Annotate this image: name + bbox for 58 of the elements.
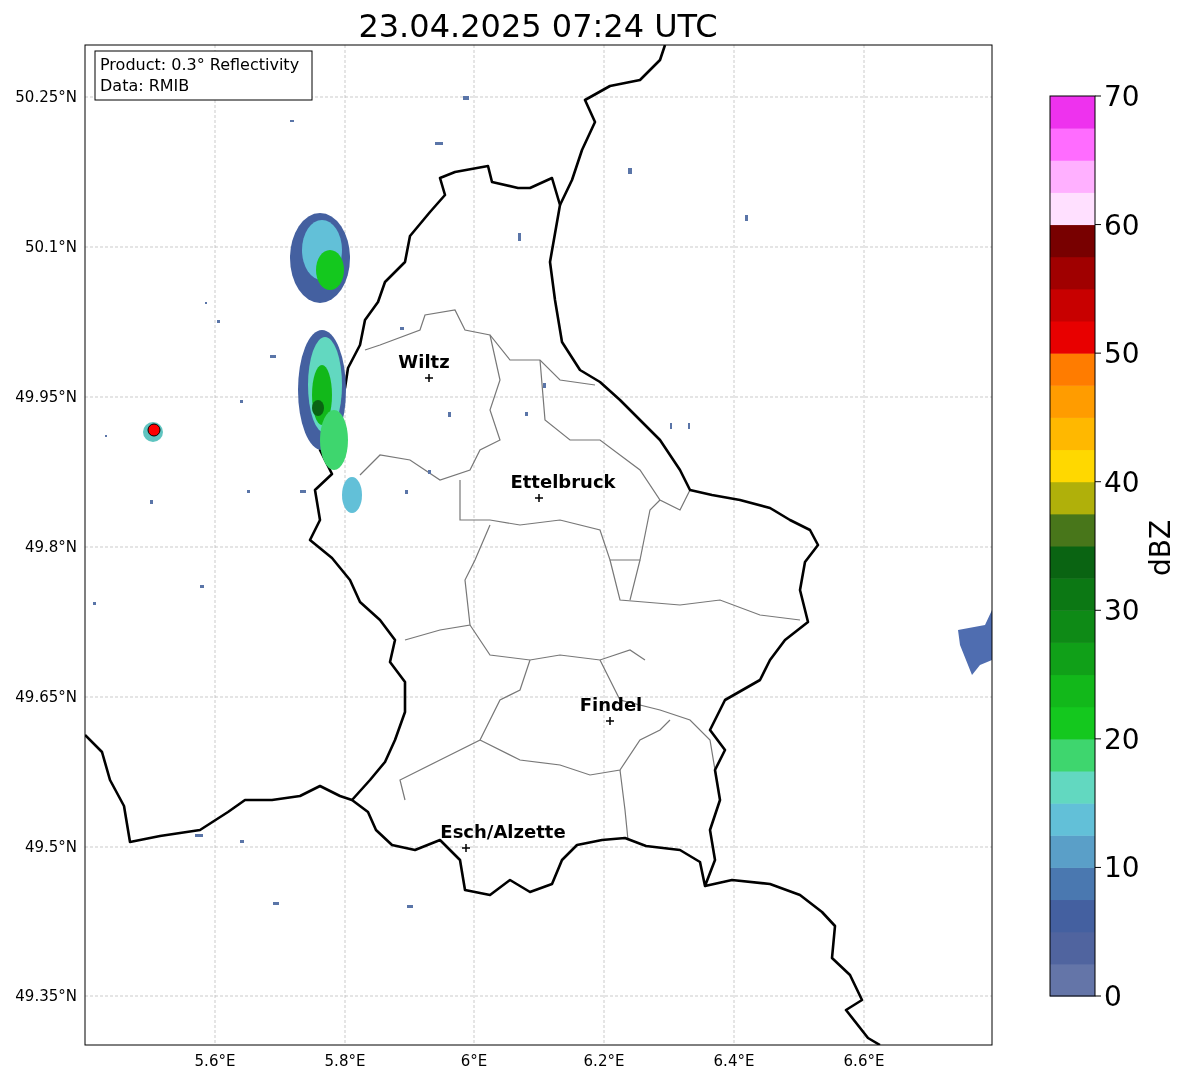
radar-speck bbox=[240, 840, 244, 843]
longitude-label: 6.2°E bbox=[583, 1052, 625, 1070]
info-text: Product: 0.3° Reflectivity bbox=[100, 55, 300, 74]
radar-speck bbox=[628, 168, 632, 174]
radar-speck bbox=[525, 412, 528, 416]
radar-speck bbox=[240, 400, 243, 403]
radar-speck bbox=[407, 905, 413, 908]
longitude-label: 6°E bbox=[460, 1052, 488, 1070]
latitude-label: 49.8°N bbox=[24, 538, 77, 556]
city-label: Wiltz bbox=[398, 351, 450, 372]
city-marker-icon bbox=[424, 373, 434, 383]
radar-speck bbox=[247, 490, 250, 493]
city-label: Findel bbox=[579, 694, 643, 715]
radar-speck bbox=[745, 215, 748, 221]
radar-speck bbox=[400, 327, 404, 330]
radar-speck bbox=[200, 585, 204, 588]
radar-speck bbox=[93, 602, 96, 605]
radar-speck bbox=[428, 470, 431, 474]
chart-title: 23.04.2025 07:24 UTC bbox=[358, 7, 718, 45]
longitude-label: 5.8°E bbox=[324, 1052, 366, 1070]
colorbar-tick-label: 60 bbox=[1104, 208, 1140, 242]
latitude-label: 50.25°N bbox=[15, 88, 77, 106]
radar-speck bbox=[435, 142, 443, 145]
colorbar-label: dBZ bbox=[1144, 519, 1177, 577]
colorbar-tick-label: 0 bbox=[1104, 980, 1122, 1013]
latitude-label: 49.65°N bbox=[15, 688, 77, 706]
radar-site-marker bbox=[143, 422, 163, 442]
radar-echo-drawing bbox=[958, 610, 992, 675]
longitude-label: 5.6°E bbox=[194, 1052, 236, 1070]
radar-speck bbox=[150, 500, 153, 504]
city-label: Ettelbruck bbox=[510, 471, 616, 492]
radar-speck bbox=[543, 383, 546, 388]
latitude-label: 50.1°N bbox=[24, 238, 77, 256]
radar-speck bbox=[448, 412, 451, 417]
radar-speck bbox=[518, 233, 521, 241]
radar-speck bbox=[300, 490, 306, 493]
info-text: Data: RMIB bbox=[100, 76, 190, 95]
colorbar-tick-label: 40 bbox=[1104, 465, 1140, 499]
colorbar-tick-label: 30 bbox=[1104, 594, 1140, 628]
latitude-label: 49.95°N bbox=[15, 388, 77, 406]
city-marker-icon bbox=[605, 716, 615, 726]
radar-speck bbox=[270, 355, 276, 358]
latitude-label: 49.35°N bbox=[15, 987, 77, 1005]
colorbar-tick-label: 10 bbox=[1104, 851, 1140, 885]
colorbar-tick-label: 50 bbox=[1104, 337, 1140, 371]
city-marker-icon bbox=[534, 493, 544, 503]
radar-speck bbox=[273, 902, 279, 905]
colorbar-tick-label: 20 bbox=[1104, 722, 1140, 756]
radar-speck bbox=[217, 320, 220, 323]
city-label: Esch/Alzette bbox=[440, 821, 566, 842]
longitude-label: 6.4°E bbox=[713, 1052, 755, 1070]
colorbar-tick-label: 70 bbox=[1104, 80, 1140, 113]
radar-speck bbox=[463, 96, 469, 100]
city-marker-icon bbox=[461, 843, 471, 853]
longitude-label: 6.6°E bbox=[843, 1052, 885, 1070]
latitude-label: 49.5°N bbox=[24, 838, 77, 856]
radar-speck bbox=[405, 490, 408, 494]
radar-speck bbox=[195, 834, 203, 837]
